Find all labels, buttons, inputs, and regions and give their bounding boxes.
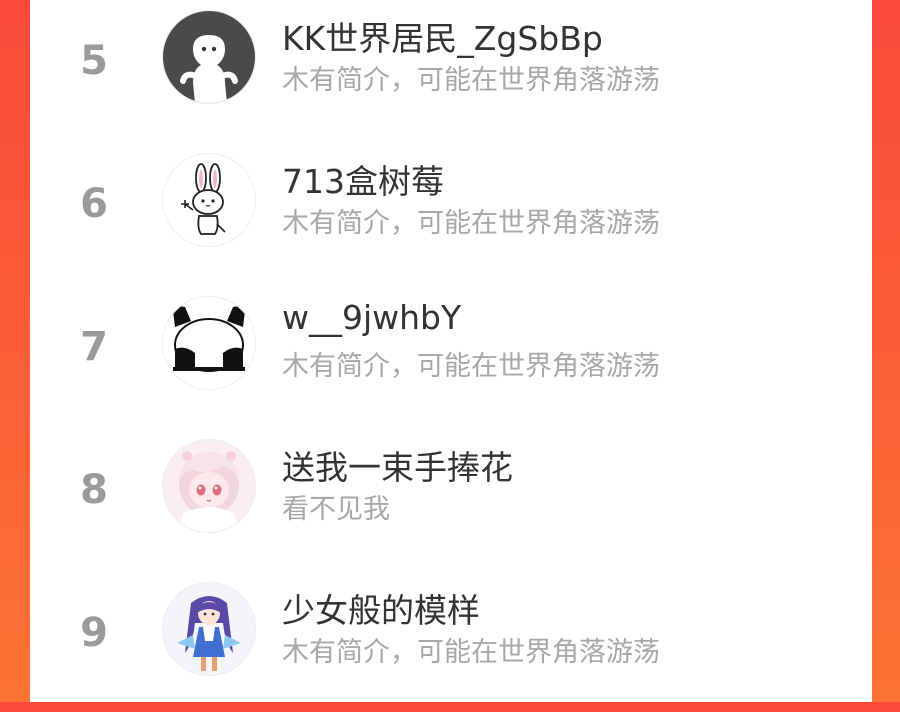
bunny-avatar-icon[interactable] — [162, 153, 256, 247]
ranking-list-card: 5 KK世界居民_ZgSbBp 木有简介，可能在世界角落游荡 6 713盒树莓 … — [30, 0, 872, 702]
anime-blue-girl-avatar-icon[interactable] — [162, 582, 256, 676]
rank-number: 9 — [80, 610, 108, 656]
user-bio: 木有简介，可能在世界角落游荡 — [282, 208, 660, 239]
rank-number: 6 — [80, 181, 108, 227]
user-name[interactable]: 713盒树莓 — [282, 155, 444, 203]
ghost-avatar-icon[interactable] — [162, 10, 256, 104]
user-bio: 木有简介，可能在世界角落游荡 — [282, 65, 660, 96]
user-name[interactable]: w__9jwhbY — [282, 298, 461, 337]
ranking-row[interactable]: 6 713盒树莓 木有简介，可能在世界角落游荡 — [30, 143, 872, 283]
user-name[interactable]: 少女般的模样 — [282, 584, 480, 632]
ranking-row[interactable]: 9 少女般的模样 木有简介，可能在世界角落游荡 — [30, 572, 872, 712]
user-name[interactable]: 送我一束手捧花 — [282, 441, 513, 489]
user-bio: 看不见我 — [282, 494, 390, 525]
ranking-row[interactable]: 7 w__9jwhbY 木有简介，可能在世界角落游荡 — [30, 286, 872, 426]
rank-number: 8 — [80, 467, 108, 513]
user-bio: 木有简介，可能在世界角落游荡 — [282, 351, 660, 382]
user-name[interactable]: KK世界居民_ZgSbBp — [282, 12, 603, 60]
anime-pink-girl-avatar-icon[interactable] — [162, 439, 256, 533]
panda-avatar-icon[interactable] — [162, 296, 256, 390]
user-bio: 木有简介，可能在世界角落游荡 — [282, 637, 660, 668]
ranking-row[interactable]: 5 KK世界居民_ZgSbBp 木有简介，可能在世界角落游荡 — [30, 0, 872, 140]
rank-number: 5 — [80, 38, 108, 84]
rank-number: 7 — [80, 324, 108, 370]
ranking-row[interactable]: 8 送我一束手捧花 看不见我 — [30, 429, 872, 569]
